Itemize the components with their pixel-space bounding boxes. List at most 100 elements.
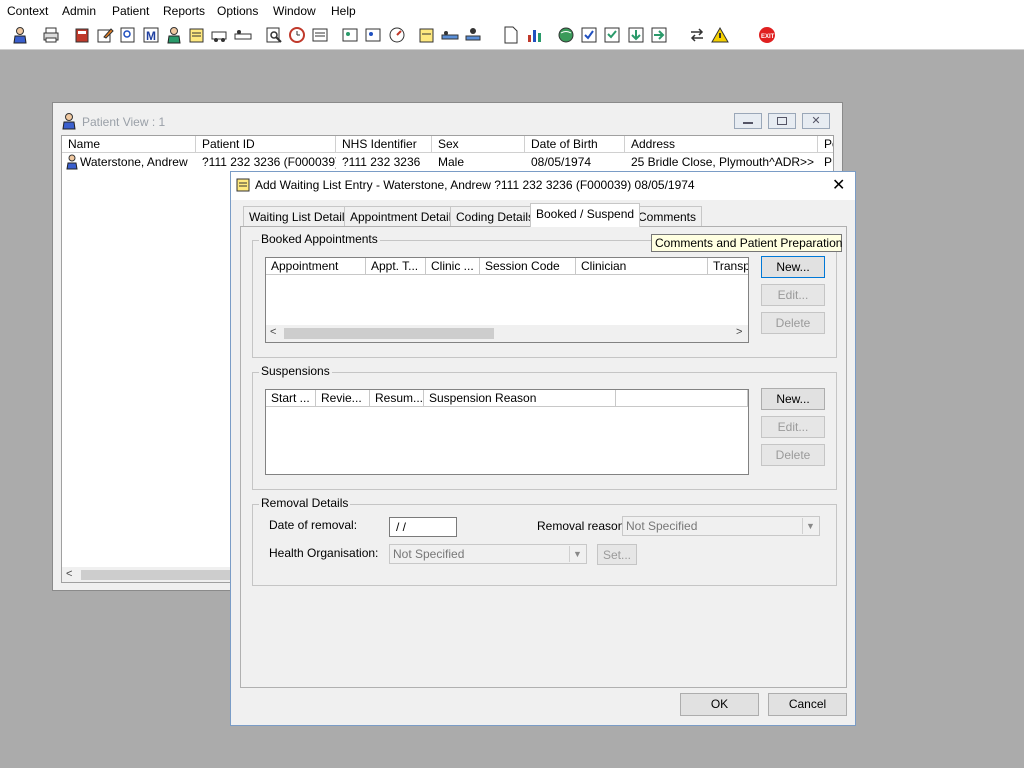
check-down-icon[interactable] [602, 25, 622, 45]
person-bed-icon[interactable] [463, 25, 483, 45]
printer-icon[interactable] [41, 25, 61, 45]
warning-icon[interactable] [710, 25, 730, 45]
suspension-edit-button[interactable]: Edit... [761, 416, 825, 438]
scroll-right-icon[interactable]: > [736, 326, 742, 338]
card-icon[interactable] [363, 25, 383, 45]
patient-view-titlebar: Patient View : 1 ✕ [53, 103, 842, 137]
column-header-name[interactable]: Name [62, 136, 196, 153]
cell-address: 25 Bridle Close, Plymouth^ADR>> [631, 155, 815, 169]
tab-waiting-list-details[interactable]: Waiting List Details [243, 206, 357, 226]
restore-icon [777, 117, 787, 125]
scroll-thumb[interactable] [81, 570, 231, 580]
note-icon[interactable] [187, 25, 207, 45]
restore-button[interactable] [768, 113, 796, 129]
scroll-left-icon[interactable]: < [66, 568, 72, 580]
book-icon[interactable] [72, 25, 92, 45]
column-header-address[interactable]: Address [625, 136, 818, 153]
clock-icon[interactable] [287, 25, 307, 45]
arrow-down-icon[interactable] [626, 25, 646, 45]
arrow-right-icon[interactable] [649, 25, 669, 45]
menu-context[interactable]: Context [7, 4, 48, 18]
health-organisation-select[interactable]: Not Specified ▼ [389, 544, 587, 564]
column-header-blank[interactable] [616, 390, 748, 407]
column-header-clinic[interactable]: Clinic ... [426, 258, 480, 275]
removal-details-label: Removal Details [259, 496, 351, 510]
date-of-removal-input[interactable]: / / [389, 517, 457, 537]
notepad-icon[interactable] [417, 25, 437, 45]
chevron-down-icon[interactable]: ▼ [569, 546, 585, 562]
menu-patient[interactable]: Patient [112, 4, 149, 18]
search-doc-icon[interactable] [264, 25, 284, 45]
removal-reason-label: Removal reason: [537, 519, 628, 533]
dialog-close-icon[interactable]: ✕ [832, 175, 845, 195]
globe-icon[interactable] [556, 25, 576, 45]
add-waiting-list-dialog: Add Waiting List Entry - Waterstone, And… [230, 171, 856, 726]
letter-m-icon[interactable]: M [141, 25, 161, 45]
swap-icon[interactable] [687, 25, 707, 45]
minimize-button[interactable] [734, 113, 762, 129]
check-list-icon[interactable] [579, 25, 599, 45]
column-header-review[interactable]: Revie... [316, 390, 370, 407]
document-icon[interactable] [501, 25, 521, 45]
close-icon: ✕ [811, 115, 821, 127]
booked-edit-button[interactable]: Edit... [761, 284, 825, 306]
set-button[interactable]: Set... [597, 544, 637, 565]
chevron-down-icon[interactable]: ▼ [802, 518, 818, 534]
column-header-dob[interactable]: Date of Birth [525, 136, 625, 153]
booked-delete-button[interactable]: Delete [761, 312, 825, 334]
gauge-icon[interactable] [387, 25, 407, 45]
menu-admin[interactable]: Admin [62, 4, 96, 18]
column-header-patient-id[interactable]: Patient ID [196, 136, 336, 153]
column-header-transport[interactable]: Transp [708, 258, 748, 275]
tab-coding-details[interactable]: Coding Details [450, 206, 541, 226]
menu-window[interactable]: Window [273, 4, 316, 18]
menu-help[interactable]: Help [331, 4, 356, 18]
booked-appointments-list[interactable]: Appointment Appt. T... Clinic ... Sessio… [265, 257, 749, 343]
booked-hscrollbar[interactable]: < > [266, 325, 748, 342]
suspension-delete-button[interactable]: Delete [761, 444, 825, 466]
column-header-nhs[interactable]: NHS Identifier [336, 136, 432, 153]
patient-row-icon [65, 154, 79, 173]
column-header-postcode[interactable]: Po [818, 136, 833, 153]
column-header-start[interactable]: Start ... [266, 390, 316, 407]
menu-options[interactable]: Options [217, 4, 258, 18]
bed-flat-icon[interactable] [440, 25, 460, 45]
toolbar: M EXIT [0, 22, 1024, 50]
bar-chart-icon[interactable] [525, 25, 545, 45]
column-header-sex[interactable]: Sex [432, 136, 525, 153]
bed-icon[interactable] [233, 25, 253, 45]
tab-comments[interactable]: Comments [632, 206, 703, 226]
removal-reason-value: Not Specified [626, 519, 698, 533]
list-icon[interactable] [310, 25, 330, 45]
search-icon[interactable] [118, 25, 138, 45]
cancel-button[interactable]: Cancel [768, 693, 847, 716]
column-header-session-code[interactable]: Session Code [480, 258, 576, 275]
menu-reports[interactable]: Reports [163, 4, 205, 18]
column-header-suspension-reason[interactable]: Suspension Reason [424, 390, 616, 407]
id-card-icon[interactable] [340, 25, 360, 45]
column-header-clinician[interactable]: Clinician [576, 258, 708, 275]
suspensions-label: Suspensions [259, 364, 332, 378]
ok-button[interactable]: OK [680, 693, 759, 716]
doctor-icon[interactable] [164, 25, 184, 45]
tab-appointment-details[interactable]: Appointment Details [344, 206, 464, 226]
scroll-left-icon[interactable]: < [270, 326, 276, 338]
suspensions-list[interactable]: Start ... Revie... Resum... Suspension R… [265, 389, 749, 475]
booked-new-button[interactable]: New... [761, 256, 825, 278]
column-header-resume[interactable]: Resum... [370, 390, 424, 407]
column-header-appt-type[interactable]: Appt. T... [366, 258, 426, 275]
removal-reason-select[interactable]: Not Specified ▼ [622, 516, 820, 536]
ambulance-icon[interactable] [210, 25, 230, 45]
column-header-appointment[interactable]: Appointment [266, 258, 366, 275]
exit-icon[interactable]: EXIT [757, 25, 777, 45]
close-button[interactable]: ✕ [802, 113, 830, 129]
cell-postcode: PL [824, 155, 833, 169]
dialog-note-icon [236, 178, 250, 195]
cell-name: Waterstone, Andrew [80, 155, 188, 169]
suspension-new-button[interactable]: New... [761, 388, 825, 410]
edit-icon[interactable] [95, 25, 115, 45]
horizontal-scrollbar[interactable]: < [62, 567, 233, 582]
scroll-thumb[interactable] [284, 328, 494, 339]
tab-booked-suspend[interactable]: Booked / Suspend [530, 203, 641, 227]
user-icon[interactable] [10, 25, 30, 45]
